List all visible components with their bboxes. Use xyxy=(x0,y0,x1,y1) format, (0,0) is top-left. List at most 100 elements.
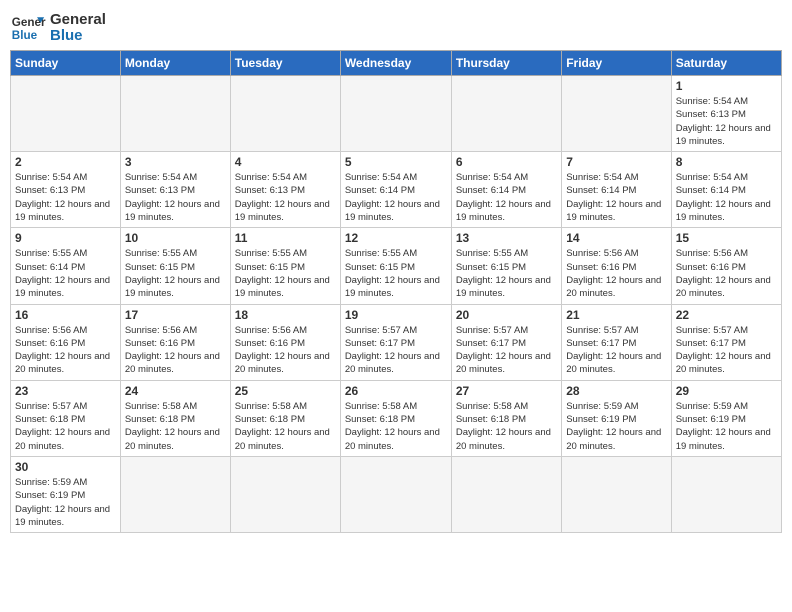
day-number: 17 xyxy=(125,308,226,322)
calendar-cell-w4d3: 26 Sunrise: 5:58 AM Sunset: 6:18 PM Dayli… xyxy=(340,380,451,456)
day-number: 18 xyxy=(235,308,336,322)
day-info: Sunrise: 5:56 AM Sunset: 6:16 PM Dayligh… xyxy=(235,324,336,377)
day-info: Sunrise: 5:54 AM Sunset: 6:13 PM Dayligh… xyxy=(235,171,336,224)
calendar-cell-w2d5: 14Sunrise: 5:56 AM Sunset: 6:16 PM Dayli… xyxy=(562,228,671,304)
calendar-cell-w1d0: 2 Sunrise: 5:54 AM Sunset: 6:13 PM Daylig… xyxy=(11,152,121,228)
weekday-header-wednesday: Wednesday xyxy=(340,51,451,76)
day-number: 12 xyxy=(345,231,447,245)
day-info: Sunrise: 5:54 AM Sunset: 6:13 PM Dayligh… xyxy=(125,171,226,224)
week-row-3: 16 Sunrise: 5:56 AM Sunset: 6:16 PM Dayli… xyxy=(11,304,782,380)
day-number: 28 xyxy=(566,384,666,398)
day-number: 2 xyxy=(15,155,116,169)
day-number: 1 xyxy=(676,79,777,93)
svg-text:Blue: Blue xyxy=(12,29,38,42)
day-info: Sunrise: 5:58 AM Sunset: 6:18 PM Dayligh… xyxy=(235,400,336,453)
day-number: 27 xyxy=(456,384,557,398)
day-number: 4 xyxy=(235,155,336,169)
calendar-cell-w3d0: 16 Sunrise: 5:56 AM Sunset: 6:16 PM Dayli… xyxy=(11,304,121,380)
week-row-2: 9 Sunrise: 5:55 AM Sunset: 6:14 PM Daylig… xyxy=(11,228,782,304)
calendar-cell-w4d0: 23 Sunrise: 5:57 AM Sunset: 6:18 PM Dayli… xyxy=(11,380,121,456)
calendar-cell-w2d3: 12 Sunrise: 5:55 AM Sunset: 6:15 PM Dayli… xyxy=(340,228,451,304)
calendar-cell-w1d3: 5Sunrise: 5:54 AM Sunset: 6:14 PM Daylig… xyxy=(340,152,451,228)
calendar-cell-w3d6: 22 Sunrise: 5:57 AM Sunset: 6:17 PM Dayli… xyxy=(671,304,781,380)
day-number: 16 xyxy=(15,308,116,322)
week-row-4: 23 Sunrise: 5:57 AM Sunset: 6:18 PM Dayli… xyxy=(11,380,782,456)
weekday-header-monday: Monday xyxy=(120,51,230,76)
day-number: 30 xyxy=(15,460,116,474)
day-number: 15 xyxy=(676,231,777,245)
day-number: 20 xyxy=(456,308,557,322)
calendar-cell-w0d2 xyxy=(230,76,340,152)
weekday-header-thursday: Thursday xyxy=(451,51,561,76)
calendar-cell-w4d2: 25 Sunrise: 5:58 AM Sunset: 6:18 PM Dayli… xyxy=(230,380,340,456)
calendar-cell-w1d4: 6 Sunrise: 5:54 AM Sunset: 6:14 PM Daylig… xyxy=(451,152,561,228)
day-number: 3 xyxy=(125,155,226,169)
calendar-cell-w0d3 xyxy=(340,76,451,152)
day-number: 21 xyxy=(566,308,666,322)
day-number: 26 xyxy=(345,384,447,398)
calendar-cell-w3d1: 17Sunrise: 5:56 AM Sunset: 6:16 PM Dayli… xyxy=(120,304,230,380)
day-number: 25 xyxy=(235,384,336,398)
day-info: Sunrise: 5:58 AM Sunset: 6:18 PM Dayligh… xyxy=(345,400,447,453)
day-number: 7 xyxy=(566,155,666,169)
calendar-cell-w5d5 xyxy=(562,456,671,532)
day-number: 5 xyxy=(345,155,447,169)
day-number: 10 xyxy=(125,231,226,245)
weekday-header-friday: Friday xyxy=(562,51,671,76)
calendar-cell-w0d4 xyxy=(451,76,561,152)
logo-line2: Blue xyxy=(50,28,106,45)
logo: General Blue General Blue xyxy=(10,10,106,46)
day-info: Sunrise: 5:54 AM Sunset: 6:14 PM Dayligh… xyxy=(456,171,557,224)
calendar-cell-w3d5: 21 Sunrise: 5:57 AM Sunset: 6:17 PM Dayli… xyxy=(562,304,671,380)
calendar-cell-w4d6: 29Sunrise: 5:59 AM Sunset: 6:19 PM Dayli… xyxy=(671,380,781,456)
day-number: 6 xyxy=(456,155,557,169)
day-info: Sunrise: 5:57 AM Sunset: 6:17 PM Dayligh… xyxy=(676,324,777,377)
calendar-cell-w2d0: 9 Sunrise: 5:55 AM Sunset: 6:14 PM Daylig… xyxy=(11,228,121,304)
day-info: Sunrise: 5:54 AM Sunset: 6:13 PM Dayligh… xyxy=(676,95,777,148)
day-number: 8 xyxy=(676,155,777,169)
calendar-cell-w4d4: 27 Sunrise: 5:58 AM Sunset: 6:18 PM Dayli… xyxy=(451,380,561,456)
day-info: Sunrise: 5:55 AM Sunset: 6:15 PM Dayligh… xyxy=(456,247,557,300)
day-info: Sunrise: 5:56 AM Sunset: 6:16 PM Dayligh… xyxy=(15,324,116,377)
day-info: Sunrise: 5:55 AM Sunset: 6:15 PM Dayligh… xyxy=(125,247,226,300)
calendar-cell-w3d4: 20Sunrise: 5:57 AM Sunset: 6:17 PM Dayli… xyxy=(451,304,561,380)
weekday-header-sunday: Sunday xyxy=(11,51,121,76)
calendar-cell-w0d1 xyxy=(120,76,230,152)
calendar-cell-w5d2 xyxy=(230,456,340,532)
day-number: 29 xyxy=(676,384,777,398)
day-info: Sunrise: 5:55 AM Sunset: 6:15 PM Dayligh… xyxy=(345,247,447,300)
day-number: 19 xyxy=(345,308,447,322)
day-info: Sunrise: 5:54 AM Sunset: 6:13 PM Dayligh… xyxy=(15,171,116,224)
day-number: 22 xyxy=(676,308,777,322)
day-number: 11 xyxy=(235,231,336,245)
logo-icon: General Blue xyxy=(10,10,46,46)
day-info: Sunrise: 5:59 AM Sunset: 6:19 PM Dayligh… xyxy=(566,400,666,453)
calendar-cell-w2d2: 11Sunrise: 5:55 AM Sunset: 6:15 PM Dayli… xyxy=(230,228,340,304)
day-number: 14 xyxy=(566,231,666,245)
day-info: Sunrise: 5:58 AM Sunset: 6:18 PM Dayligh… xyxy=(456,400,557,453)
calendar-cell-w1d5: 7Sunrise: 5:54 AM Sunset: 6:14 PM Daylig… xyxy=(562,152,671,228)
calendar-cell-w0d6: 1 Sunrise: 5:54 AM Sunset: 6:13 PM Daylig… xyxy=(671,76,781,152)
day-info: Sunrise: 5:56 AM Sunset: 6:16 PM Dayligh… xyxy=(676,247,777,300)
week-row-5: 30Sunrise: 5:59 AM Sunset: 6:19 PM Dayli… xyxy=(11,456,782,532)
day-info: Sunrise: 5:55 AM Sunset: 6:14 PM Dayligh… xyxy=(15,247,116,300)
day-info: Sunrise: 5:54 AM Sunset: 6:14 PM Dayligh… xyxy=(676,171,777,224)
header: General Blue General Blue xyxy=(10,10,782,46)
day-info: Sunrise: 5:57 AM Sunset: 6:17 PM Dayligh… xyxy=(345,324,447,377)
day-number: 23 xyxy=(15,384,116,398)
calendar-cell-w5d3 xyxy=(340,456,451,532)
calendar-cell-w3d3: 19 Sunrise: 5:57 AM Sunset: 6:17 PM Dayli… xyxy=(340,304,451,380)
weekday-header-saturday: Saturday xyxy=(671,51,781,76)
day-number: 24 xyxy=(125,384,226,398)
day-info: Sunrise: 5:57 AM Sunset: 6:18 PM Dayligh… xyxy=(15,400,116,453)
week-row-1: 2 Sunrise: 5:54 AM Sunset: 6:13 PM Daylig… xyxy=(11,152,782,228)
logo-line1: General xyxy=(50,12,106,29)
day-number: 9 xyxy=(15,231,116,245)
weekday-header-tuesday: Tuesday xyxy=(230,51,340,76)
weekday-header-row: SundayMondayTuesdayWednesdayThursdayFrid… xyxy=(11,51,782,76)
day-info: Sunrise: 5:57 AM Sunset: 6:17 PM Dayligh… xyxy=(566,324,666,377)
day-info: Sunrise: 5:58 AM Sunset: 6:18 PM Dayligh… xyxy=(125,400,226,453)
calendar-cell-w2d6: 15 Sunrise: 5:56 AM Sunset: 6:16 PM Dayli… xyxy=(671,228,781,304)
calendar-cell-w3d2: 18 Sunrise: 5:56 AM Sunset: 6:16 PM Dayli… xyxy=(230,304,340,380)
day-number: 13 xyxy=(456,231,557,245)
